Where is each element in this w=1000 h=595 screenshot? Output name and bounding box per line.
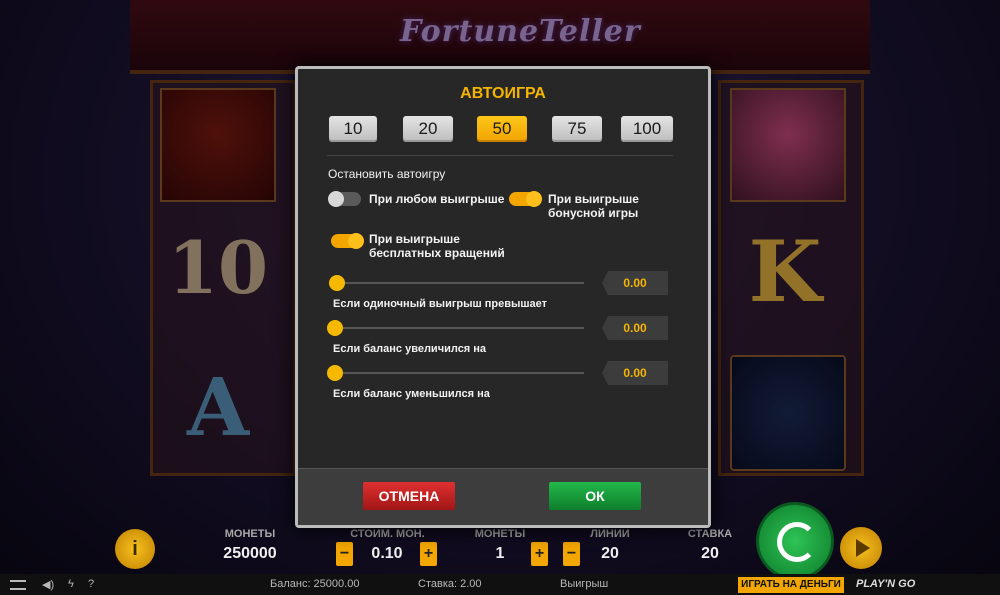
- balance-decrease-value[interactable]: 0.00: [602, 361, 668, 385]
- cancel-button[interactable]: ОТМЕНА: [363, 482, 455, 510]
- coins-label: МОНЕТЫ: [224, 528, 276, 540]
- bet-coins-value: 1: [495, 545, 505, 562]
- autoplay-button[interactable]: [840, 527, 882, 569]
- brand-logo: PLAY'N GO: [856, 578, 916, 590]
- balance-increase-value[interactable]: 0.00: [602, 316, 668, 340]
- balance-increase-slider-track[interactable]: [334, 327, 584, 329]
- toggle-free-spins-win[interactable]: [331, 233, 364, 249]
- stop-autoplay-heading: Остановить автоигру: [328, 167, 446, 181]
- sound-icon[interactable]: ◀): [42, 578, 54, 591]
- count-button-10[interactable]: 10: [329, 116, 377, 142]
- divider: [327, 155, 673, 156]
- menu-icon[interactable]: [10, 580, 26, 590]
- bet-label: СТАВКА: [687, 528, 733, 540]
- stake-text: Ставка: 2.00: [418, 578, 482, 590]
- toggle-any-win[interactable]: [328, 191, 361, 207]
- count-button-20[interactable]: 20: [403, 116, 453, 142]
- toggle-bonus-win-label: При выигрыше бонусной игры: [548, 192, 639, 220]
- balance-decrease-label: Если баланс уменьшился на: [333, 388, 490, 400]
- status-bar: ◀) ϟ ? Баланс: 25000.00 Ставка: 2.00 Выи…: [0, 574, 1000, 595]
- bet-coins-label: МОНЕТЫ: [474, 528, 526, 540]
- balance-decrease-slider-track[interactable]: [334, 372, 584, 374]
- ok-button[interactable]: ОК: [549, 482, 641, 510]
- single-win-slider-handle[interactable]: [329, 275, 345, 291]
- lines-minus-button[interactable]: −: [563, 542, 580, 566]
- coin-value-minus-button[interactable]: −: [336, 542, 353, 566]
- info-button[interactable]: i: [115, 529, 155, 569]
- lines-value: 20: [601, 545, 619, 562]
- balance-increase-label: Если баланс увеличился на: [333, 343, 487, 355]
- single-win-label: Если одиночный выигрыш превышает: [333, 298, 548, 310]
- balance-decrease-slider-handle[interactable]: [327, 365, 343, 381]
- balance-text: Баланс: 25000.00: [270, 578, 360, 590]
- coin-value-plus-button[interactable]: +: [420, 542, 437, 566]
- lines-label: ЛИНИИ: [590, 528, 630, 540]
- coin-value-label: СТОИМ. МОН.: [350, 528, 425, 540]
- dialog-footer: ОТМЕНА ОК: [298, 468, 708, 525]
- dialog-title: АВТОИГРА: [460, 85, 546, 102]
- turbo-icon[interactable]: ϟ: [68, 578, 74, 590]
- win-text: Выигрыш: [560, 578, 609, 590]
- toggle-any-win-label: При любом выигрыше: [369, 192, 505, 206]
- refresh-icon: [777, 522, 817, 562]
- bet-coins-plus-button[interactable]: +: [531, 542, 548, 566]
- coins-value: 250000: [223, 545, 277, 562]
- info-icon: i: [132, 538, 138, 560]
- count-button-100[interactable]: 100: [621, 116, 673, 142]
- play-real-money-button[interactable]: ИГРАТЬ НА ДЕНЬГИ: [738, 577, 844, 593]
- toggle-bonus-win[interactable]: [509, 191, 542, 207]
- single-win-slider-track[interactable]: [334, 282, 584, 284]
- help-button[interactable]: ?: [88, 578, 94, 590]
- count-button-75[interactable]: 75: [552, 116, 602, 142]
- bet-value: 20: [701, 545, 719, 562]
- spin-button[interactable]: [756, 502, 834, 580]
- single-win-value[interactable]: 0.00: [602, 271, 668, 295]
- toggle-free-spins-win-label: При выигрыше бесплатных вращений: [369, 232, 505, 260]
- balance-increase-slider-handle[interactable]: [327, 320, 343, 336]
- coin-value: 0.10: [371, 545, 403, 562]
- count-button-50[interactable]: 50: [477, 116, 527, 142]
- play-icon: [856, 539, 870, 557]
- autoplay-dialog: АВТОИГРА 10 20 50 75 100 Остановить авто…: [295, 66, 711, 528]
